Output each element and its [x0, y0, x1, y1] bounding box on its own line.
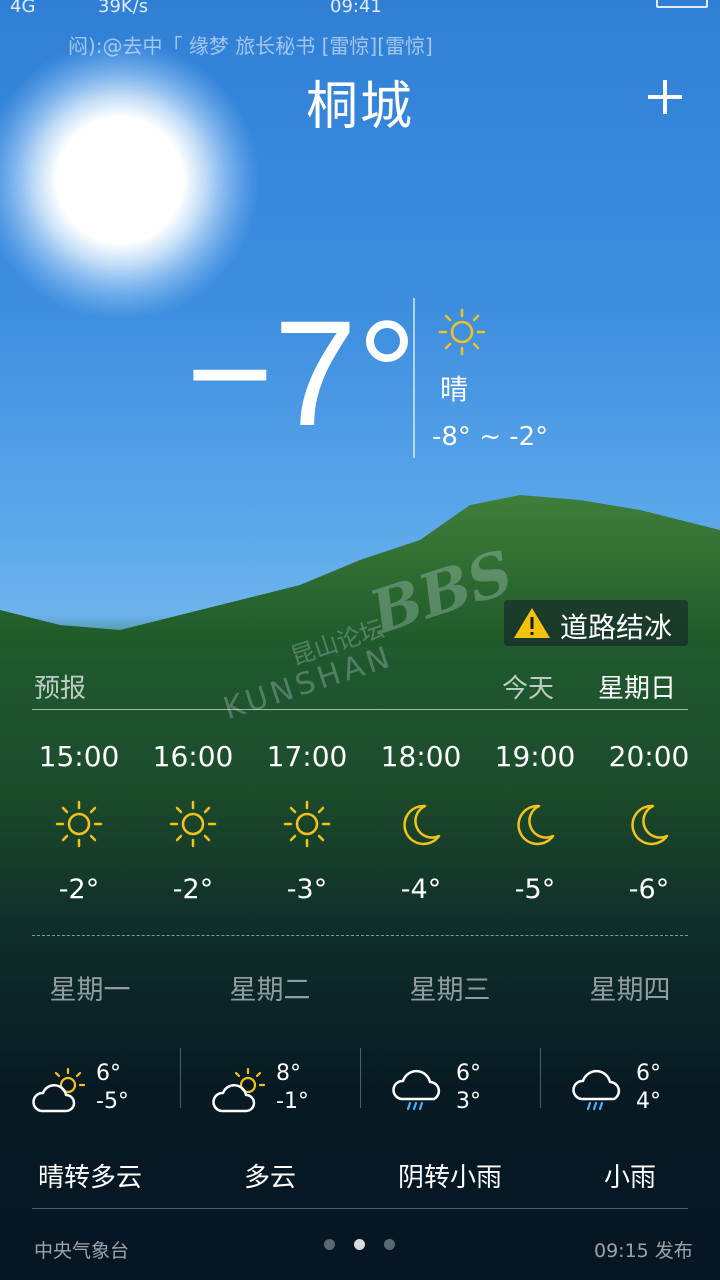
- day-low: -1°: [276, 1089, 309, 1114]
- daily-item: 星期一 6° -5° 晴转多云: [0, 968, 180, 1194]
- network-speed: 39K/s: [98, 0, 149, 17]
- hour-time: 17:00: [266, 740, 348, 773]
- data-source: 中央气象台: [34, 1240, 130, 1262]
- day-high: 6°: [456, 1061, 481, 1086]
- day-name: 星期二: [229, 975, 311, 1006]
- hour-time: 15:00: [38, 740, 120, 773]
- publish-time: 09:15 发布: [594, 1240, 693, 1262]
- battery-icon: [656, 0, 708, 8]
- weekday-label: 星期日: [598, 674, 677, 704]
- hourly-item: 18:00 -4°: [364, 740, 478, 905]
- day-high: 8°: [276, 1061, 301, 1086]
- current-condition: 晴: [440, 373, 469, 406]
- current-temperature: −7°: [186, 289, 418, 457]
- hour-time: 16:00: [152, 740, 234, 773]
- warning-icon: [514, 608, 550, 638]
- hour-temp: -5°: [514, 874, 556, 905]
- weather-screen: 4G 39K/s 09:41 闷):@去中「 缘梦 旅长秘书 [雷惊][雷惊] …: [0, 0, 720, 1280]
- hour-time: 20:00: [608, 740, 690, 773]
- day-desc: 阴转小雨: [397, 1163, 502, 1193]
- hour-temp: -2°: [58, 874, 100, 905]
- status-bar: 4G 39K/s 09:41: [0, 0, 720, 18]
- notification-text: 闷):@去中「 缘梦 旅长秘书 [雷惊][雷惊]: [68, 34, 433, 58]
- add-city-icon[interactable]: [640, 72, 690, 122]
- page-indicator: [320, 1239, 400, 1253]
- day-icon-group: 8° -1°: [210, 1061, 330, 1121]
- forecast-label: 预报: [34, 674, 87, 704]
- day-icon-group: 6° 4°: [570, 1061, 690, 1121]
- moon-icon: [509, 798, 561, 850]
- hourly-item: 17:00 -3°: [250, 740, 364, 905]
- day-low: 4°: [636, 1089, 661, 1114]
- day-name: 星期一: [49, 975, 131, 1006]
- hour-time: 19:00: [494, 740, 576, 773]
- day-low: 3°: [456, 1089, 481, 1114]
- daily-item: 星期二 8° -1° 多云: [180, 968, 360, 1194]
- sun-icon: [438, 308, 486, 356]
- day-low: -5°: [96, 1089, 129, 1114]
- hourly-item: 16:00 -2°: [136, 740, 250, 905]
- clock: 09:41: [330, 0, 382, 17]
- sun-icon: [53, 798, 105, 850]
- today-label: 今天: [502, 674, 555, 704]
- hour-temp: -6°: [628, 874, 670, 905]
- day-separator: [360, 1048, 361, 1108]
- day-icon-group: 6° 3°: [390, 1061, 510, 1121]
- day-desc: 多云: [243, 1163, 296, 1193]
- day-separator: [540, 1048, 541, 1108]
- day-high: 6°: [636, 1061, 661, 1086]
- current-range: -8° ~ -2°: [432, 422, 549, 452]
- day-desc: 小雨: [603, 1163, 656, 1193]
- weather-alert-badge[interactable]: 道路结冰: [504, 600, 688, 646]
- dashed-divider: [32, 935, 688, 936]
- day-desc: 晴转多云: [37, 1163, 142, 1193]
- hour-temp: -4°: [400, 874, 442, 905]
- forecast-divider: [32, 709, 688, 710]
- moon-icon: [623, 798, 675, 850]
- footer-divider: [32, 1208, 688, 1209]
- day-name: 星期三: [409, 975, 491, 1006]
- hour-temp: -2°: [172, 874, 214, 905]
- sun-icon: [167, 798, 219, 850]
- moon-icon: [395, 798, 447, 850]
- daily-item: 星期三 6° 3° 阴转小雨: [360, 968, 540, 1194]
- day-icon-group: 6° -5°: [30, 1061, 150, 1121]
- temp-divider: [413, 298, 415, 458]
- network-label: 4G: [10, 0, 36, 17]
- day-separator: [180, 1048, 181, 1108]
- hourly-item: 19:00 -5°: [478, 740, 592, 905]
- hour-time: 18:00: [380, 740, 462, 773]
- alert-text: 道路结冰: [560, 611, 673, 644]
- hour-temp: -3°: [286, 874, 328, 905]
- daily-item: 星期四 6° 4° 小雨: [540, 968, 720, 1194]
- city-name[interactable]: 桐城: [0, 64, 720, 139]
- day-name: 星期四: [589, 975, 671, 1006]
- sun-icon: [281, 798, 333, 850]
- notification-ticker[interactable]: 闷):@去中「 缘梦 旅长秘书 [雷惊][雷惊]: [0, 30, 720, 58]
- day-high: 6°: [96, 1061, 121, 1086]
- page-dot[interactable]: [354, 1239, 365, 1250]
- page-dot[interactable]: [384, 1239, 395, 1250]
- page-dot[interactable]: [324, 1239, 335, 1250]
- hourly-item: 20:00 -6°: [592, 740, 706, 905]
- hourly-item: 15:00 -2°: [22, 740, 136, 905]
